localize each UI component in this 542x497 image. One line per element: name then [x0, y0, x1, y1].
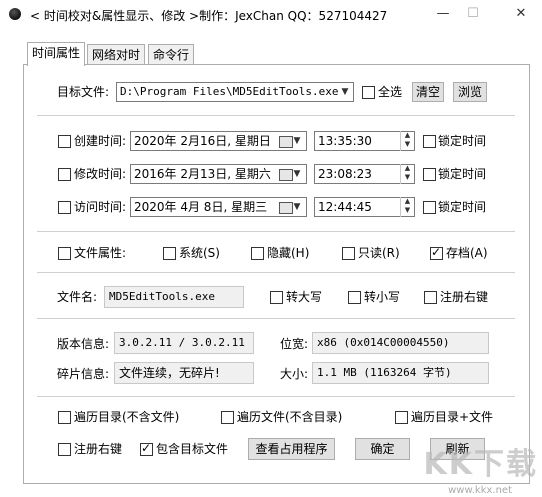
watermark-logo: KK下载: [423, 447, 538, 482]
chevron-down-icon[interactable]: ▼: [291, 132, 303, 150]
bitness-field: x86 (0x014C00004550): [312, 332, 489, 354]
lock-create-label: 锁定时间: [438, 134, 487, 148]
archive-label: 存档(A): [446, 246, 488, 260]
include-target-checkbox[interactable]: [140, 441, 153, 456]
readonly-checkbox[interactable]: [342, 247, 355, 260]
divider: [37, 318, 515, 319]
target-file-combo[interactable]: D:\Program Files\MD5EditTools.exe: [116, 82, 354, 102]
tab-time-attributes[interactable]: 时间属性: [27, 42, 86, 66]
hidden-checkbox[interactable]: [251, 247, 264, 260]
lowercase-label: 转小写: [364, 290, 401, 304]
filename-label: 文件名:: [57, 290, 98, 304]
traverse-both-label: 遍历目录+文件: [411, 410, 494, 424]
target-file-label: 目标文件:: [57, 85, 110, 99]
app-icon: [9, 8, 21, 20]
tab-command-line[interactable]: 命令行: [148, 44, 195, 65]
modify-time-label: 修改时间:: [74, 167, 127, 181]
minimize-button[interactable]: —: [432, 4, 454, 24]
include-target-label: 包含目标文件: [156, 442, 229, 456]
chevron-down-icon[interactable]: ▼: [291, 165, 303, 183]
uppercase-label: 转大写: [286, 290, 323, 304]
size-label: 大小:: [280, 367, 309, 381]
fragment-field: 文件连续，无碎片!: [114, 362, 254, 384]
lock-modify-label: 锁定时间: [438, 167, 487, 181]
close-button[interactable]: ✕: [510, 4, 532, 24]
chevron-down-icon[interactable]: ▼: [337, 83, 353, 101]
system-label: 系统(S): [179, 246, 220, 260]
divider: [37, 396, 515, 397]
select-all-checkbox[interactable]: [362, 86, 375, 99]
traverse-dir-label: 遍历目录(不含文件): [74, 410, 180, 424]
fragment-label: 碎片信息:: [57, 367, 110, 381]
file-attributes-label: 文件属性:: [74, 246, 127, 260]
access-time-checkbox[interactable]: [58, 201, 71, 214]
traverse-file-label: 遍历文件(不含目录): [237, 410, 343, 424]
file-attributes-checkbox[interactable]: [58, 247, 71, 260]
version-label: 版本信息:: [57, 337, 110, 351]
traverse-both-checkbox[interactable]: [395, 411, 408, 424]
register-context-label: 注册右键: [440, 290, 489, 304]
lock-access-checkbox[interactable]: [423, 201, 436, 214]
version-field: 3.0.2.11 / 3.0.2.11: [114, 332, 254, 354]
browse-button[interactable]: 浏览: [453, 82, 487, 102]
tab-network-time[interactable]: 网络对时: [87, 44, 146, 65]
system-checkbox[interactable]: [163, 247, 176, 260]
create-time-label: 创建时间:: [74, 134, 127, 148]
traverse-dir-checkbox[interactable]: [58, 411, 71, 424]
size-field: 1.1 MB (1163264 字节): [312, 362, 489, 384]
uppercase-checkbox[interactable]: [270, 291, 283, 304]
lock-modify-checkbox[interactable]: [423, 168, 436, 181]
maximize-button[interactable]: ☐: [462, 4, 484, 24]
create-time-checkbox[interactable]: [58, 135, 71, 148]
lock-create-checkbox[interactable]: [423, 135, 436, 148]
create-time-spinner[interactable]: ▲ ▼: [400, 131, 414, 151]
watermark-url: www.kkx.net: [448, 485, 512, 496]
ok-button[interactable]: 确定: [355, 438, 410, 460]
register-right-click-label: 注册右键: [74, 442, 123, 456]
divider: [37, 115, 515, 116]
modify-time-spinner[interactable]: ▲ ▼: [400, 164, 414, 184]
divider: [37, 272, 515, 273]
readonly-label: 只读(R): [358, 246, 400, 260]
access-time-label: 访问时间:: [74, 200, 127, 214]
clear-button[interactable]: 清空: [412, 82, 444, 102]
view-usage-button[interactable]: 查看占用程序: [248, 438, 335, 460]
lowercase-checkbox[interactable]: [348, 291, 361, 304]
select-all-label: 全选: [378, 85, 403, 99]
traverse-file-checkbox[interactable]: [221, 411, 234, 424]
register-right-click-checkbox[interactable]: [58, 443, 71, 456]
filename-field[interactable]: MD5EditTools.exe: [104, 286, 244, 308]
modify-time-checkbox[interactable]: [58, 168, 71, 181]
lock-access-label: 锁定时间: [438, 200, 487, 214]
archive-checkbox[interactable]: [430, 245, 443, 260]
chevron-down-icon[interactable]: ▼: [291, 198, 303, 216]
register-context-checkbox[interactable]: [424, 291, 437, 304]
access-time-spinner[interactable]: ▲ ▼: [400, 197, 414, 217]
hidden-label: 隐藏(H): [267, 246, 310, 260]
divider: [37, 231, 515, 232]
bitness-label: 位宽:: [280, 337, 309, 351]
window-title: < 时间校对&属性显示、修改 >制作：JexChan QQ：527104427: [30, 9, 388, 23]
